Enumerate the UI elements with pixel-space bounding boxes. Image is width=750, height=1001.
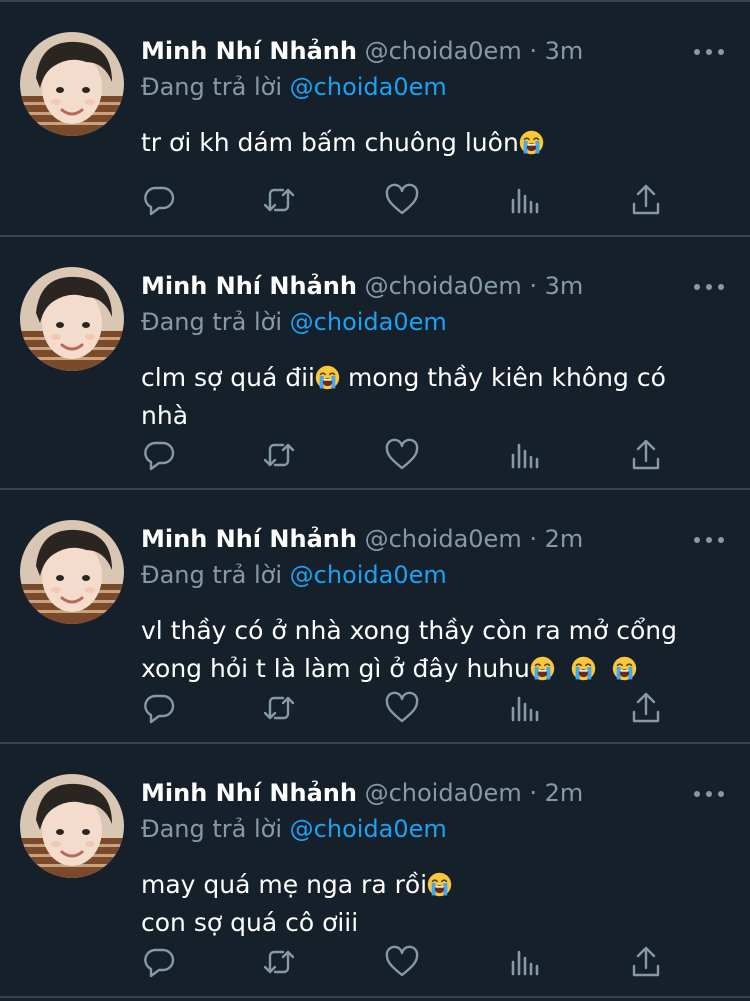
display-name[interactable]: Minh Nhí Nhảnh: [141, 272, 357, 300]
separator: ·: [529, 37, 537, 65]
retweet-icon[interactable]: [261, 944, 297, 980]
share-icon[interactable]: [628, 690, 664, 726]
loudly-crying-face-emoji: [427, 872, 452, 897]
handle[interactable]: @choida0em: [365, 37, 522, 65]
separator: ·: [529, 779, 537, 807]
loudly-crying-face-emoji: [612, 656, 637, 681]
loudly-crying-face-emoji: [519, 130, 544, 155]
tweet[interactable]: Minh Nhí Nhảnh @choida0em · 3m Đang trả …: [0, 2, 750, 237]
display-name[interactable]: Minh Nhí Nhảnh: [141, 37, 357, 65]
tweet-text-line: clm sợ quá đii mong thầy kiên không có: [141, 363, 666, 392]
reply-icon[interactable]: [141, 182, 177, 218]
tweet-text: clm sợ quá đii mong thầy kiên không có n…: [141, 359, 721, 435]
tweet-text-line: may quá mẹ nga ra rồi: [141, 866, 721, 904]
reply-timeline: Minh Nhí Nhảnh @choida0em · 3m Đang trả …: [0, 0, 750, 1001]
share-icon[interactable]: [628, 182, 664, 218]
tweet[interactable]: Minh Nhí Nhảnh @choida0em · 2m Đang trả …: [0, 744, 750, 998]
replying-to-label: Đang trả lời: [141, 815, 283, 843]
replying-to: Đang trả lời @choida0em: [141, 305, 447, 339]
avatar[interactable]: [20, 774, 124, 878]
reply-icon[interactable]: [141, 437, 177, 473]
retweet-icon[interactable]: [261, 182, 297, 218]
more-horizontal-icon[interactable]: [692, 44, 726, 58]
tweet-text-line: vl thầy có ở nhà xong thầy còn ra mở cổn…: [141, 616, 677, 645]
tweet-text-line: xong hỏi t là làm gì ở đây huhu: [141, 650, 721, 688]
replying-to: Đang trả lời @choida0em: [141, 70, 447, 104]
tweet-text-line: nhà: [141, 401, 189, 430]
replying-to-label: Đang trả lời: [141, 73, 283, 101]
handle[interactable]: @choida0em: [365, 272, 522, 300]
more-horizontal-icon[interactable]: [692, 532, 726, 546]
tweet[interactable]: Minh Nhí Nhảnh @choida0em · 3m Đang trả …: [0, 237, 750, 490]
tweet-header: Minh Nhí Nhảnh @choida0em · 2m: [141, 522, 583, 556]
tweet-actions: [141, 437, 681, 473]
heart-icon[interactable]: [384, 690, 420, 726]
tweet-header: Minh Nhí Nhảnh @choida0em · 3m: [141, 34, 583, 68]
tweet-header: Minh Nhí Nhảnh @choida0em · 2m: [141, 776, 583, 810]
analytics-icon[interactable]: [506, 690, 542, 726]
reply-mention-link[interactable]: @choida0em: [290, 73, 447, 101]
avatar[interactable]: [20, 267, 124, 371]
avatar[interactable]: [20, 32, 124, 136]
heart-icon[interactable]: [384, 182, 420, 218]
separator: ·: [529, 525, 537, 553]
analytics-icon[interactable]: [506, 437, 542, 473]
tweet-text-line: con sợ quá cô ơiii: [141, 908, 359, 937]
reply-mention-link[interactable]: @choida0em: [290, 561, 447, 589]
tweet-text: vl thầy có ở nhà xong thầy còn ra mở cổn…: [141, 612, 721, 688]
heart-icon[interactable]: [384, 437, 420, 473]
more-horizontal-icon[interactable]: [692, 786, 726, 800]
separator: ·: [529, 272, 537, 300]
loudly-crying-face-emoji: [315, 365, 340, 390]
loudly-crying-face-emoji: [571, 656, 596, 681]
avatar[interactable]: [20, 520, 124, 624]
retweet-icon[interactable]: [261, 437, 297, 473]
timestamp[interactable]: 3m: [545, 272, 584, 300]
tweet-actions: [141, 944, 681, 980]
tweet-actions: [141, 182, 681, 218]
tweet[interactable]: Minh Nhí Nhảnh @choida0em · 2m Đang trả …: [0, 490, 750, 744]
analytics-icon[interactable]: [506, 182, 542, 218]
more-horizontal-icon[interactable]: [692, 279, 726, 293]
tweet-text: may quá mẹ nga ra rồi con sợ quá cô ơiii: [141, 866, 721, 942]
replying-to-label: Đang trả lời: [141, 308, 283, 336]
share-icon[interactable]: [628, 437, 664, 473]
loudly-crying-face-emoji: [530, 656, 555, 681]
analytics-icon[interactable]: [506, 944, 542, 980]
timestamp[interactable]: 2m: [545, 779, 584, 807]
tweet-text-line: tr ơi kh dám bấm chuông luôn: [141, 124, 721, 162]
reply-icon[interactable]: [141, 944, 177, 980]
heart-icon[interactable]: [384, 944, 420, 980]
replying-to-label: Đang trả lời: [141, 561, 283, 589]
display-name[interactable]: Minh Nhí Nhảnh: [141, 779, 357, 807]
handle[interactable]: @choida0em: [365, 779, 522, 807]
tweet-actions: [141, 690, 681, 726]
handle[interactable]: @choida0em: [365, 525, 522, 553]
timestamp[interactable]: 3m: [545, 37, 584, 65]
replying-to: Đang trả lời @choida0em: [141, 558, 447, 592]
tweet-text: tr ơi kh dám bấm chuông luôn: [141, 124, 721, 162]
display-name[interactable]: Minh Nhí Nhảnh: [141, 525, 357, 553]
timestamp[interactable]: 2m: [545, 525, 584, 553]
retweet-icon[interactable]: [261, 690, 297, 726]
reply-mention-link[interactable]: @choida0em: [290, 815, 447, 843]
share-icon[interactable]: [628, 944, 664, 980]
reply-mention-link[interactable]: @choida0em: [290, 308, 447, 336]
reply-icon[interactable]: [141, 690, 177, 726]
tweet-header: Minh Nhí Nhảnh @choida0em · 3m: [141, 269, 583, 303]
replying-to: Đang trả lời @choida0em: [141, 812, 447, 846]
